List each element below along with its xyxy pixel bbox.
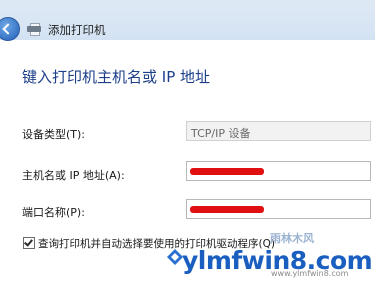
port-name-input[interactable] <box>186 199 371 219</box>
redaction-mark <box>190 206 264 213</box>
port-name-label: 端口名称(P): <box>22 206 85 219</box>
redaction-mark <box>190 168 264 175</box>
hostname-label: 主机名或 IP 地址(A): <box>22 169 125 182</box>
device-type-field[interactable]: TCP/IP 设备 <box>186 121 371 141</box>
device-type-label: 设备类型(T): <box>22 128 86 141</box>
title-bar: 添加打印机 <box>0 0 375 41</box>
query-printer-checkbox[interactable] <box>23 237 35 249</box>
watermark-url: www.ylmfwin8.com <box>271 269 349 278</box>
watermark-site: 雨林木风 <box>270 232 314 245</box>
device-type-value: TCP/IP 设备 <box>191 127 251 140</box>
page-heading: 键入打印机主机名或 IP 地址 <box>22 68 211 86</box>
printer-icon <box>27 23 41 36</box>
back-arrow-icon[interactable] <box>0 17 20 41</box>
window-title: 添加打印机 <box>48 23 106 37</box>
hostname-input[interactable] <box>186 161 371 181</box>
